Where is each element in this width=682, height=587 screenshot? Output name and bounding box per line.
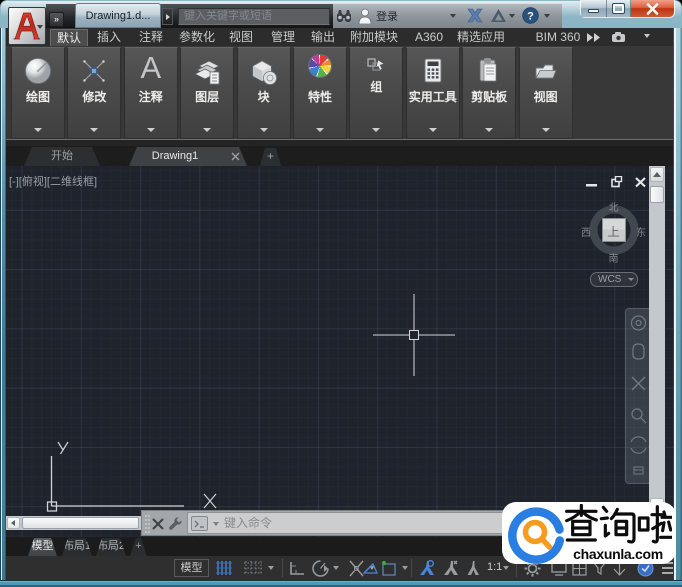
- svg-text:?: ?: [527, 11, 534, 23]
